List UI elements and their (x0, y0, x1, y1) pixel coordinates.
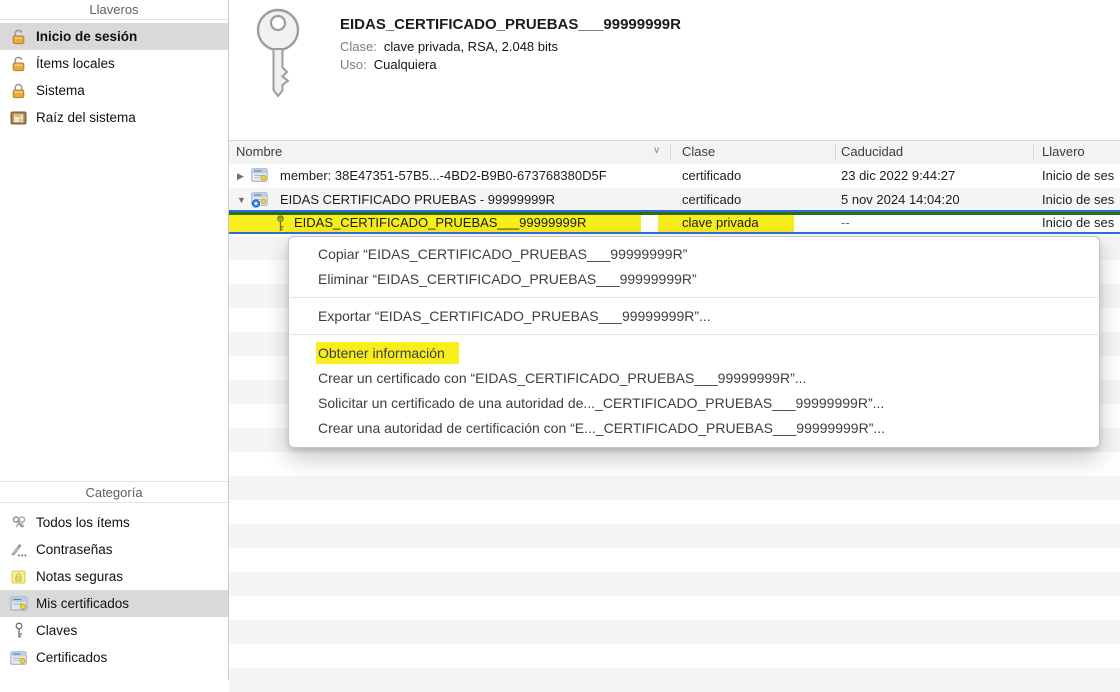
table-row[interactable]: ▼ EIDAS CERTIFICADO PRUEBAS - 99999999R ce… (229, 188, 1120, 212)
context-menu: Copiar “EIDAS_CERTIFICADO_PRUEBAS___9999… (288, 236, 1100, 448)
item-usage-line: Uso: Cualquiera (340, 57, 437, 72)
cell-clase: certificado (682, 164, 832, 188)
table-header: Nombre Clase Caducidad Llavero ∨ (229, 140, 1120, 165)
row-stripe (229, 572, 1120, 596)
keychain-list: Inicio de sesión Ítems locales Sistema Raíz… (0, 23, 228, 131)
usage-label: Uso: (340, 57, 367, 72)
cell-clase: certificado (682, 188, 832, 212)
disclosure-collapsed-icon[interactable]: ▶ (237, 164, 244, 188)
column-header-llavero[interactable]: Llavero (1042, 144, 1085, 159)
cell-llavero: Inicio de ses (1042, 188, 1120, 212)
unlocked-padlock-icon (9, 55, 28, 72)
column-header-clase[interactable]: Clase (682, 144, 715, 159)
keychain-item-label: Raíz del sistema (36, 110, 136, 125)
cell-llavero: Inicio de ses (1042, 213, 1120, 232)
row-stripe (229, 476, 1120, 500)
cell-nombre: member: 38E47351-57B5...-4BD2-B9B0-67376… (280, 164, 660, 188)
class-label: Clase: (340, 39, 377, 54)
keychain-item-sistema[interactable]: Sistema (0, 77, 228, 104)
category-item-label: Contraseñas (36, 542, 113, 557)
system-root-icon (9, 109, 28, 126)
menu-item-eliminar-eidas-certific[interactable]: Eliminar “EIDAS_CERTIFICADO_PRUEBAS___99… (289, 267, 1099, 292)
category-item-label: Notas seguras (36, 569, 123, 584)
sort-chevron-down-icon[interactable]: ∨ (653, 145, 660, 156)
item-title: EIDAS_CERTIFICADO_PRUEBAS___99999999R (340, 16, 681, 33)
menu-item-highlight: Obtener información (316, 342, 459, 364)
category-list: Todos los ítems Contraseñas Notas seguras M… (0, 509, 228, 671)
item-class-line: Clase: clave privada, RSA, 2.048 bits (340, 39, 558, 54)
keychain-item-label: Sistema (36, 83, 85, 98)
certificate-icon (251, 168, 268, 185)
column-separator (835, 144, 836, 161)
column-header-nombre[interactable]: Nombre (236, 144, 282, 159)
row-stripe (229, 668, 1120, 692)
menu-item-crear-un-certificado-con[interactable]: Crear un certificado con “EIDAS_CERTIFIC… (289, 366, 1099, 391)
keychain-item-items-locales[interactable]: Ítems locales (0, 50, 228, 77)
cell-llavero: Inicio de ses (1042, 164, 1120, 188)
menu-separator (290, 334, 1098, 335)
table-row[interactable]: EIDAS_CERTIFICADO_PRUEBAS___99999999R cla… (229, 210, 1120, 234)
category-item-mis-certificados[interactable]: Mis certificados (0, 590, 228, 617)
category-item-claves[interactable]: Claves (0, 617, 228, 644)
category-header: Categoría (0, 481, 228, 503)
category-item-notas-seguras[interactable]: Notas seguras (0, 563, 228, 590)
all-items-keys-icon (9, 514, 28, 531)
my-certificates-icon (9, 595, 28, 612)
secure-note-icon (9, 568, 28, 585)
keychain-item-inicio-de-sesion[interactable]: Inicio de sesión (0, 23, 228, 50)
row-stripe (229, 596, 1120, 620)
row-stripe (229, 644, 1120, 668)
key-outline-icon (9, 622, 28, 639)
cell-caducidad: 23 dic 2022 9:44:27 (841, 164, 1026, 188)
column-separator (670, 144, 671, 161)
row-stripe (229, 548, 1120, 572)
row-stripe (229, 452, 1120, 476)
column-separator (1033, 144, 1034, 161)
category-item-todos-los-items[interactable]: Todos los ítems (0, 509, 228, 536)
cell-nombre: EIDAS_CERTIFICADO_PRUEBAS___99999999R (294, 213, 640, 232)
category-item-label: Mis certificados (36, 596, 129, 611)
sidebar: Llaveros Inicio de sesión Ítems locales Si… (0, 0, 229, 680)
column-header-caducidad[interactable]: Caducidad (841, 144, 903, 159)
row-stripe (229, 524, 1120, 548)
category-item-label: Todos los ítems (36, 515, 130, 530)
private-key-icon (251, 6, 311, 103)
cell-nombre: EIDAS CERTIFICADO PRUEBAS - 99999999R (280, 188, 660, 212)
usage-value: Cualquiera (374, 57, 437, 72)
menu-item-exportar-eidas-certific[interactable]: Exportar “EIDAS_CERTIFICADO_PRUEBAS___99… (289, 304, 1099, 329)
passwords-pencil-icon (9, 541, 28, 558)
keychain-item-label: Ítems locales (36, 56, 115, 71)
cell-caducidad: 5 nov 2024 14:04:20 (841, 188, 1026, 212)
menu-item-copiar-eidas-certificad[interactable]: Copiar “EIDAS_CERTIFICADO_PRUEBAS___9999… (289, 242, 1099, 267)
cell-clase: clave privada (682, 213, 832, 232)
table-row[interactable]: ▶ member: 38E47351-57B5...-4BD2-B9B0-6737… (229, 164, 1120, 188)
disclosure-expanded-icon[interactable]: ▼ (237, 188, 246, 212)
key-icon (274, 215, 287, 235)
menu-item-obtener-informacion[interactable]: Obtener información (289, 341, 1099, 366)
category-item-certificados[interactable]: Certificados (0, 644, 228, 671)
class-value: clave privada, RSA, 2.048 bits (384, 39, 558, 54)
menu-item-crear-una-autoridad-de-c[interactable]: Crear una autoridad de certificación con… (289, 416, 1099, 441)
keychain-item-raiz-del-sistema[interactable]: Raíz del sistema (0, 104, 228, 131)
keychains-header: Llaveros (0, 0, 228, 20)
category-item-label: Claves (36, 623, 77, 638)
certificate-icon (9, 649, 28, 666)
category-item-label: Certificados (36, 650, 107, 665)
unlocked-padlock-icon (9, 28, 28, 45)
keychain-item-label: Inicio de sesión (36, 29, 137, 44)
row-stripe (229, 620, 1120, 644)
main-panel: EIDAS_CERTIFICADO_PRUEBAS___99999999R Cl… (229, 0, 1120, 680)
cell-caducidad: -- (841, 213, 1026, 232)
locked-padlock-icon (9, 82, 28, 99)
category-item-contrasenas[interactable]: Contraseñas (0, 536, 228, 563)
menu-item-solicitar-un-certificado[interactable]: Solicitar un certificado de una autorida… (289, 391, 1099, 416)
row-stripe (229, 500, 1120, 524)
menu-separator (290, 297, 1098, 298)
certificate-add-icon (251, 192, 269, 211)
